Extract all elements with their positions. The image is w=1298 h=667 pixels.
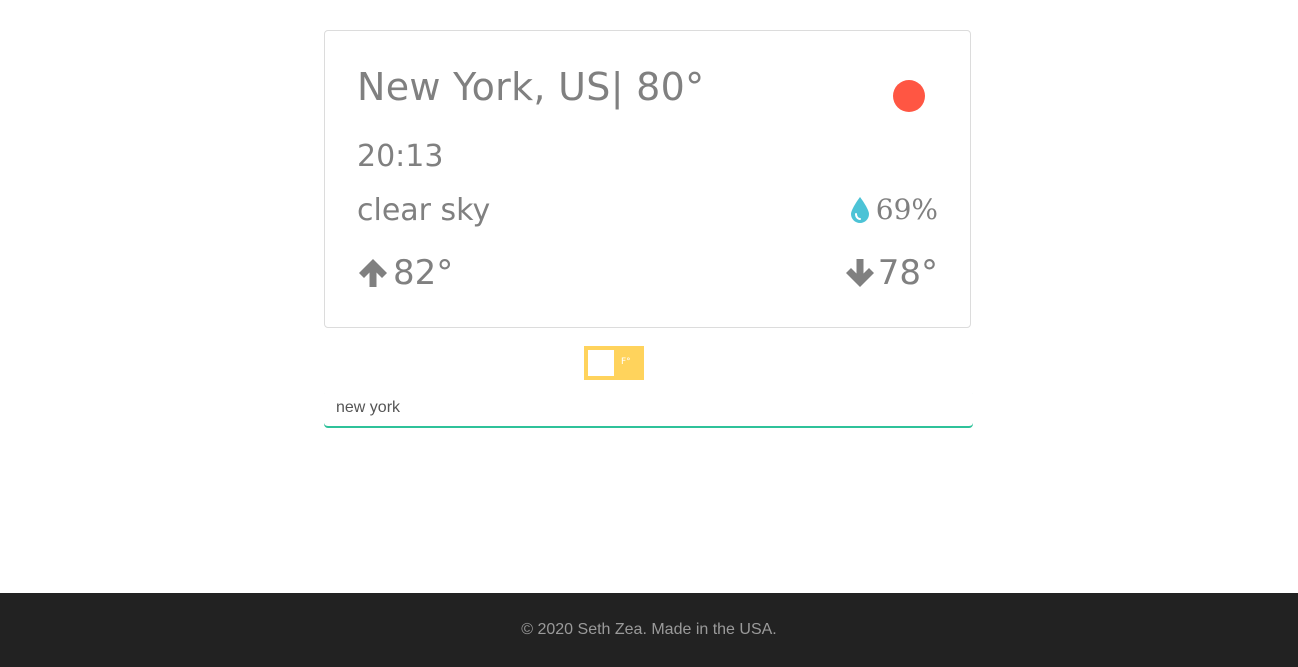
toggle-knob[interactable]	[588, 350, 614, 376]
city-search-input[interactable]	[324, 390, 973, 427]
arrow-up-icon	[357, 257, 389, 289]
unit-toggle-label: F°	[621, 357, 631, 367]
arrow-down-icon	[844, 257, 876, 289]
footer: © 2020 Seth Zea. Made in the USA.	[0, 593, 1298, 667]
humidity-readout: 69%	[850, 193, 938, 226]
water-drop-icon	[850, 196, 870, 224]
location-title: New York, US| 80°	[357, 65, 705, 109]
max-temperature-value: 82°	[393, 253, 454, 293]
local-time: 20:13	[357, 139, 444, 174]
min-temperature-value: 78°	[877, 253, 938, 293]
status-indicator	[893, 80, 925, 112]
weather-description: clear sky	[357, 193, 491, 228]
page: New York, US| 80° 20:13 clear sky 69% 82…	[0, 0, 1298, 667]
footer-copyright: © 2020 Seth Zea. Made in the USA.	[521, 621, 777, 638]
max-temperature: 82°	[357, 253, 453, 293]
min-temperature: 78°	[844, 253, 938, 293]
weather-card: New York, US| 80° 20:13 clear sky 69% 82…	[324, 30, 971, 328]
unit-toggle[interactable]: F°	[584, 346, 644, 380]
humidity-value: 69%	[875, 193, 938, 226]
